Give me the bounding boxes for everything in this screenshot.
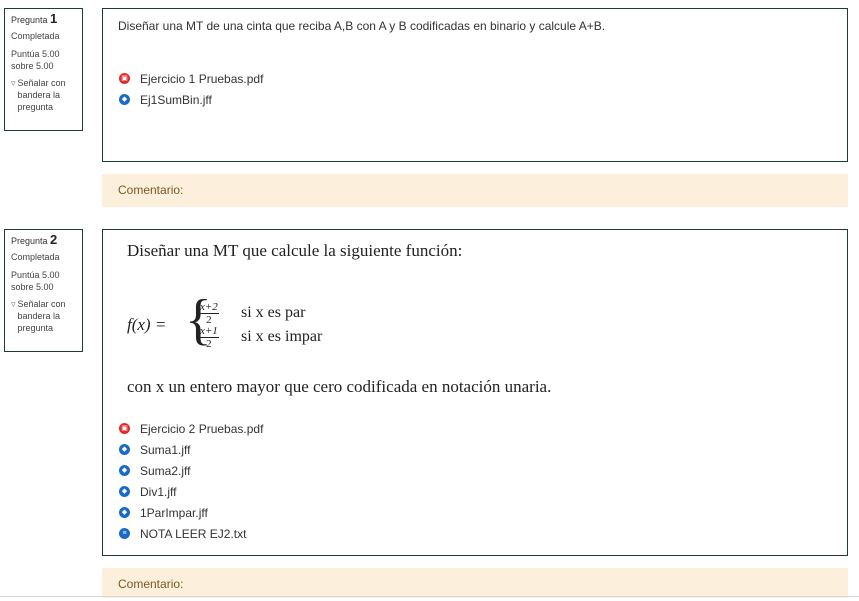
case-2-condition: si x es impar [241, 328, 323, 345]
attachment-item[interactable]: ◆ Div1.jff [119, 481, 263, 502]
flag-question-link[interactable]: ▿ Señalar con bandera la pregunta [11, 298, 77, 334]
comment-box: Comentario: [102, 174, 848, 207]
attachment-item[interactable]: ▣ Ejercicio 2 Pruebas.pdf [119, 418, 263, 439]
attachment-item[interactable]: ◆ Suma1.jff [119, 439, 263, 460]
fraction-1: x+2 2 [199, 301, 219, 326]
question-grade: Puntúa 5.00 sobre 5.00 [11, 270, 60, 292]
attachment-list: ▣ Ejercicio 1 Pruebas.pdf ◆ Ej1SumBin.jf… [119, 68, 263, 110]
flag-question-link[interactable]: ▿ Señalar con bandera la pregunta [11, 77, 77, 113]
question-state: Completada [11, 31, 60, 41]
code-file-icon: ◆ [119, 444, 130, 455]
code-file-icon: ◆ [119, 507, 130, 518]
code-file-icon: ◆ [119, 486, 130, 497]
question-2-info: Pregunta 2 Completada Puntúa 5.00 sobre … [4, 229, 83, 352]
question-text: Diseñar una MT que calcule la siguiente … [127, 241, 463, 260]
text-file-icon: ≡ [119, 528, 130, 539]
comment-box: Comentario: [102, 568, 848, 598]
attachment-item[interactable]: ◆ 1ParImpar.jff [119, 502, 263, 523]
question-text: Diseñar una MT de una cinta que reciba A… [118, 19, 606, 33]
attachment-item[interactable]: ◆ Suma2.jff [119, 460, 263, 481]
formula-lhs: f(x) = [127, 315, 167, 334]
pdf-file-icon: ▣ [119, 73, 130, 84]
code-file-icon: ◆ [119, 465, 130, 476]
question-number: Pregunta 1 [11, 11, 58, 26]
question-number: Pregunta 2 [11, 232, 58, 247]
fraction-2: x+1 2 [199, 325, 219, 350]
page-divider [0, 596, 859, 597]
question-text-2: con x un entero mayor que cero codificad… [127, 377, 552, 396]
question-1-content: Diseñar una MT de una cinta que reciba A… [102, 8, 848, 162]
question-grade: Puntúa 5.00 sobre 5.00 [11, 49, 60, 71]
code-file-icon: ◆ [119, 94, 130, 105]
case-1-condition: si x es par [241, 304, 306, 321]
flag-icon: ▿ [11, 78, 16, 88]
attachment-item[interactable]: ≡ NOTA LEER EJ2.txt [119, 523, 263, 544]
question-state: Completada [11, 252, 60, 262]
math-formula: f(x) = { x+2 2 si x es par x+1 2 si x es… [127, 289, 447, 356]
pdf-file-icon: ▣ [119, 423, 130, 434]
flag-icon: ▿ [11, 299, 16, 309]
question-1-info: Pregunta 1 Completada Puntúa 5.00 sobre … [4, 8, 83, 131]
attachment-item[interactable]: ◆ Ej1SumBin.jff [119, 89, 263, 110]
attachment-item[interactable]: ▣ Ejercicio 1 Pruebas.pdf [119, 68, 263, 89]
attachment-list: ▣ Ejercicio 2 Pruebas.pdf ◆ Suma1.jff ◆ … [119, 418, 263, 544]
question-2-content: Diseñar una MT que calcule la siguiente … [102, 229, 848, 556]
